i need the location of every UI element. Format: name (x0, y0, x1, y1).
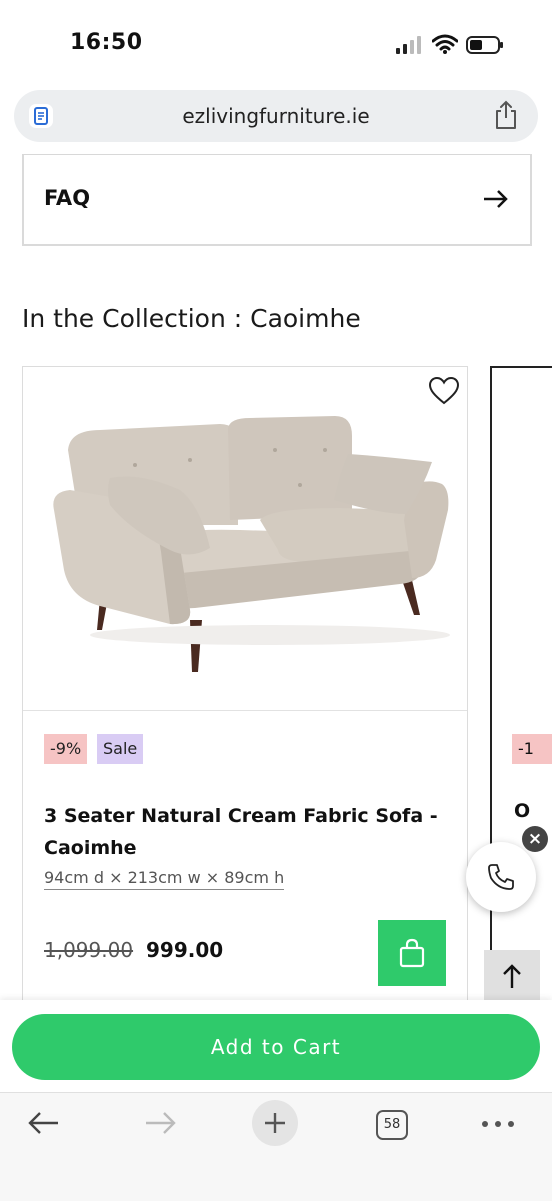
product-name[interactable]: 3 Seater Natural Cream Fabric Sofa - Cao… (44, 800, 444, 864)
arrow-up-icon (503, 964, 521, 988)
next-discount-badge: -1 (512, 734, 552, 764)
share-icon[interactable] (492, 100, 520, 130)
plus-icon (265, 1113, 285, 1133)
heart-icon[interactable] (428, 376, 460, 406)
scroll-to-top-button[interactable] (484, 950, 540, 1002)
url-text[interactable]: ezlivingfurniture.ie (0, 104, 552, 128)
wifi-icon (432, 34, 458, 54)
sale-badge: Sale (97, 734, 144, 764)
signal-icon (396, 36, 421, 54)
battery-icon (466, 36, 503, 54)
divider (23, 710, 467, 711)
add-to-cart-button[interactable]: Add to Cart (12, 1014, 540, 1080)
next-product-name[interactable]: O (514, 800, 530, 822)
next-product-card[interactable] (490, 366, 552, 368)
faq-label: FAQ (44, 186, 91, 210)
phone-icon (488, 864, 514, 890)
discount-badge: -9% (44, 734, 88, 764)
old-price: 1,099.00 (44, 938, 134, 962)
divider (22, 154, 530, 155)
shopping-bag-icon (399, 938, 425, 968)
more-icon[interactable] (480, 1114, 516, 1134)
tab-count-button[interactable]: 58 (376, 1110, 408, 1140)
call-button[interactable] (466, 842, 536, 912)
product-name-line2[interactable]: Caoimhe (44, 832, 444, 864)
status-time: 16:50 (70, 30, 143, 55)
close-icon[interactable]: × (522, 826, 548, 852)
product-dimensions: 94cm d × 213cm w × 89cm h (44, 868, 285, 890)
collection-title: In the Collection : Caoimhe (22, 304, 361, 333)
product-name-line1[interactable]: 3 Seater Natural Cream Fabric Sofa - (44, 800, 444, 832)
faq-row[interactable] (22, 154, 532, 246)
current-price: 999.00 (146, 938, 224, 962)
add-to-bag-button[interactable] (378, 920, 446, 986)
forward-arrow-icon[interactable] (142, 1108, 178, 1138)
arrow-right-icon (484, 190, 508, 208)
back-arrow-icon[interactable] (26, 1108, 62, 1138)
product-image[interactable] (40, 410, 460, 685)
new-tab-button[interactable] (252, 1100, 298, 1146)
